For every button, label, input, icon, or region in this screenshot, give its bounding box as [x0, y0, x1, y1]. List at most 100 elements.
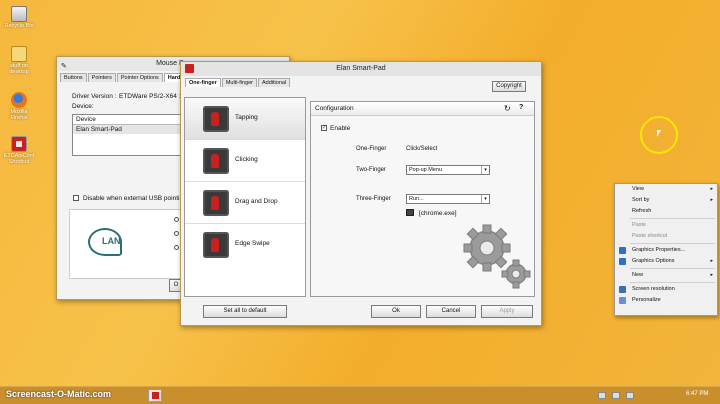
enable-checkbox[interactable]: ✓ [321, 125, 327, 131]
gesture-item-clicking[interactable]: Clicking [185, 140, 305, 182]
config-title: Configuration [315, 105, 354, 112]
tab-one-finger[interactable]: One-finger [185, 78, 221, 87]
edge-swipe-icon [203, 232, 229, 258]
menu-item-personalize[interactable]: Personalize [615, 295, 717, 306]
device-column-header[interactable]: Device [73, 115, 183, 125]
tab-pointer-options[interactable]: Pointer Options [116, 73, 163, 82]
taskbar-app-button[interactable] [148, 389, 162, 402]
folder-icon [11, 46, 27, 62]
chevron-right-icon: ▸ [710, 258, 713, 264]
tab-multi-finger[interactable]: Multi-finger [221, 78, 258, 87]
two-finger-selected: Pop-up Menu [409, 167, 443, 173]
gesture-label: Tapping [235, 114, 258, 121]
recycle-bin-icon [11, 6, 27, 22]
menu-item-refresh[interactable]: Refresh [615, 206, 717, 217]
personalize-icon [619, 297, 626, 304]
desktop-icon-label: Recycle Bin [4, 23, 34, 29]
screencast-watermark: Screencast-O-Matic.com [6, 389, 112, 399]
tab-additional[interactable]: Additional [258, 78, 291, 87]
gesture-label: Clicking [235, 156, 258, 163]
program-icon [406, 209, 414, 216]
config-header: Configuration ↻ ? [311, 102, 534, 116]
elan-logo-panel: LAN [69, 209, 181, 279]
gesture-item-tapping[interactable]: Tapping [185, 98, 305, 140]
gesture-list: Tapping Clicking Drag and Drop Edge Swip… [184, 97, 306, 297]
disable-external-checkbox[interactable] [73, 195, 79, 201]
shortcut-icon [11, 136, 27, 152]
elan-logo-text: LAN [102, 236, 121, 246]
menu-item-new[interactable]: New ▸ [615, 270, 717, 281]
desktop-icon-label: stuff on desktop [9, 63, 29, 75]
driver-version-value: ETDWare PS/2-X64 11 [119, 93, 186, 100]
help-icon[interactable]: ? [519, 104, 523, 111]
device-label: Device: [72, 103, 94, 110]
gesture-label: Edge Swipe [235, 240, 270, 247]
chevron-down-icon: ▾ [481, 195, 489, 203]
menu-item-screen-resolution[interactable]: Screen resolution [615, 284, 717, 295]
tray-icon[interactable] [612, 392, 620, 399]
gesture-item-edge-swipe[interactable]: Edge Swipe [185, 224, 305, 266]
menu-item-paste-shortcut[interactable]: Paste shortcut [615, 231, 717, 242]
chevron-down-icon: ▾ [481, 166, 489, 174]
three-finger-select[interactable]: Run... ▾ [406, 194, 490, 204]
desktop-icon-recycle-bin[interactable]: Recycle Bin [2, 6, 36, 29]
apply-button[interactable]: Apply [481, 305, 533, 318]
desktop-context-menu: View ▸ Sort by ▸ Refresh Paste Paste short… [614, 183, 718, 316]
radio-option[interactable] [174, 245, 179, 250]
mouse-icon: ✎ [61, 63, 67, 70]
menu-separator [630, 218, 715, 219]
set-all-default-button[interactable]: Set all to default [203, 305, 287, 318]
gear-icon [463, 224, 531, 289]
desktop-icon-stuff[interactable]: stuff on desktop [2, 46, 36, 75]
graphics-icon [619, 258, 626, 265]
cancel-button[interactable]: Cancel [426, 305, 476, 318]
graphics-icon [619, 247, 626, 254]
menu-item-graphics-properties[interactable]: Graphics Properties... [615, 245, 717, 256]
radio-option[interactable] [174, 231, 179, 236]
menu-separator [630, 243, 715, 244]
one-finger-label: One-Finger [356, 146, 387, 152]
taskbar: Screencast-O-Matic.com 6:47 PM [0, 386, 720, 404]
three-finger-label: Three-Finger [356, 196, 391, 202]
chevron-right-icon: ▸ [710, 197, 713, 203]
gesture-item-drag-and-drop[interactable]: Drag and Drop [185, 182, 305, 224]
chevron-right-icon: ▸ [710, 186, 713, 192]
refresh-icon[interactable]: ↻ [504, 104, 511, 113]
tray-icon[interactable] [598, 392, 606, 399]
radio-option[interactable] [174, 217, 179, 222]
disable-external-label: Disable when external USB pointing de [83, 195, 196, 202]
menu-separator [630, 282, 715, 283]
three-finger-selected: Run... [409, 196, 424, 202]
tray-icon[interactable] [626, 392, 634, 399]
elan-app-icon [151, 392, 159, 399]
ok-button[interactable]: Ok [371, 305, 421, 318]
clock[interactable]: 6:47 PM [686, 391, 708, 397]
one-finger-value: Click/Select [406, 146, 438, 152]
desktop-icon-label: Mozilla Firefox [10, 109, 28, 121]
clicking-icon [203, 148, 229, 174]
elan-app-icon [185, 64, 194, 73]
mouse-cursor-icon [657, 130, 661, 137]
menu-item-sort-by[interactable]: Sort by ▸ [615, 195, 717, 206]
device-list[interactable]: Device Elan Smart-Pad [72, 114, 184, 156]
menu-item-view[interactable]: View ▸ [615, 184, 717, 195]
desktop-icon-etdaniconf[interactable]: ETDAniConf Shortcut [2, 136, 36, 165]
firefox-icon [11, 92, 27, 108]
drag-drop-icon [203, 190, 229, 216]
two-finger-select[interactable]: Pop-up Menu ▾ [406, 165, 490, 175]
run-target-label: [chrome.exe] [419, 210, 457, 217]
tab-pointers[interactable]: Pointers [87, 73, 116, 82]
driver-version-label: Driver Version : [72, 93, 117, 100]
desktop-icon-firefox[interactable]: Mozilla Firefox [2, 92, 36, 121]
window-title: Elan Smart-Pad [181, 62, 541, 76]
device-row[interactable]: Elan Smart-Pad [73, 125, 183, 134]
menu-item-graphics-options[interactable]: Graphics Options ▸ [615, 256, 717, 267]
menu-item-paste[interactable]: Paste [615, 220, 717, 231]
two-finger-label: Two-Finger [356, 167, 387, 173]
monitor-icon [619, 286, 626, 293]
copyright-button[interactable]: Copyright [492, 81, 526, 92]
chevron-right-icon: ▸ [710, 272, 713, 278]
gesture-label: Drag and Drop [235, 198, 278, 205]
tapping-icon [203, 106, 229, 132]
tab-buttons[interactable]: Buttons [60, 73, 87, 82]
